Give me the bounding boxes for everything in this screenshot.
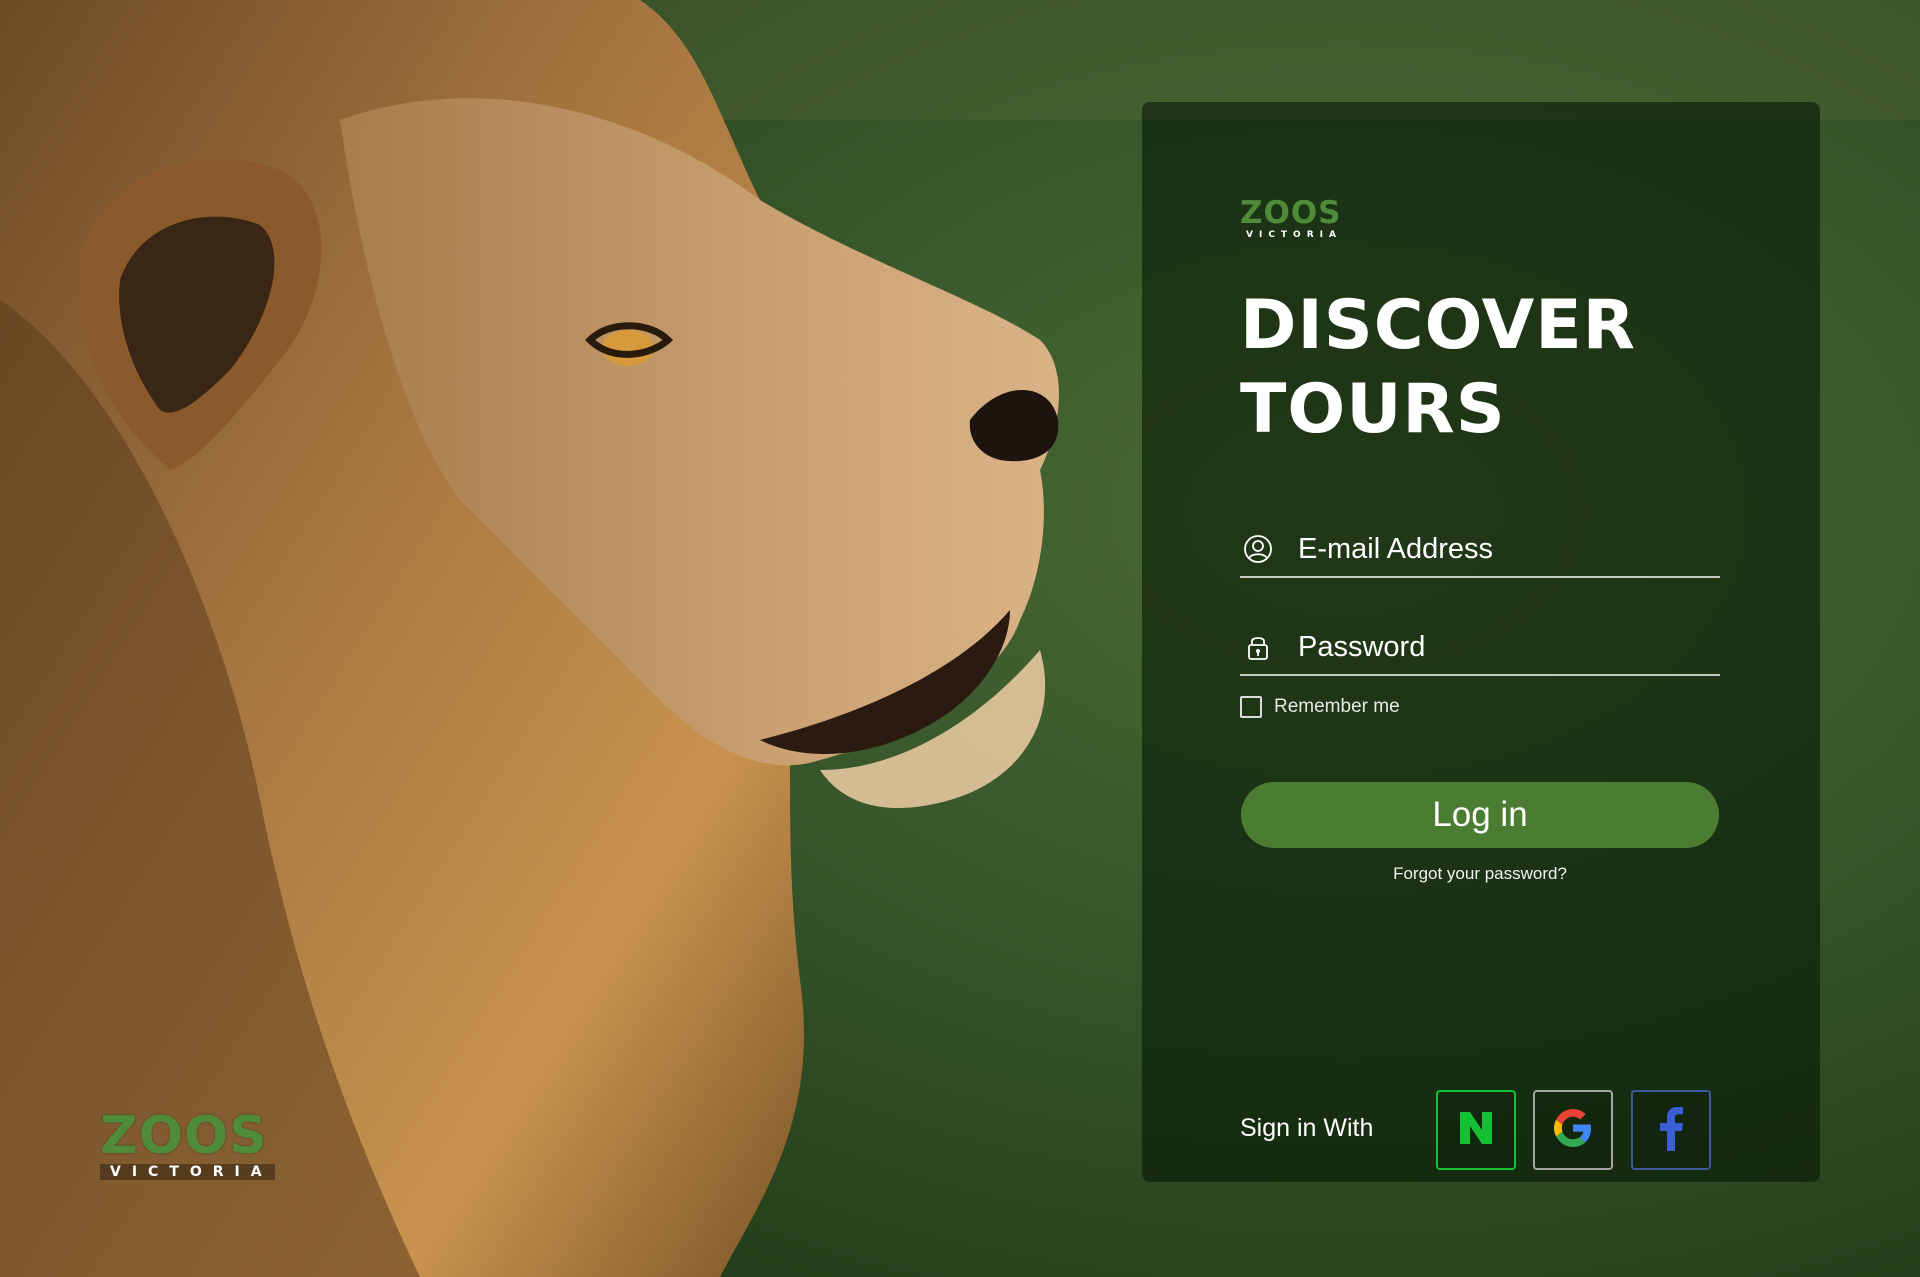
watermark-sub-text: VICTORIA [100, 1164, 275, 1180]
zoos-victoria-logo: ZOOS VICTORIA [1240, 195, 1342, 241]
password-input[interactable] [1296, 629, 1700, 665]
remember-me[interactable]: Remember me [1240, 696, 1400, 718]
title-line-2: TOURS [1240, 370, 1506, 449]
title-line-1: DISCOVER [1240, 286, 1637, 365]
google-icon [1550, 1105, 1596, 1156]
login-button[interactable]: Log in [1241, 782, 1719, 848]
remember-checkbox[interactable] [1240, 696, 1262, 718]
login-panel: ZOOS VICTORIA DISCOVER TOURS Remember me… [1142, 102, 1820, 1182]
logo-main-text: ZOOS [1240, 195, 1342, 231]
password-field[interactable] [1240, 620, 1720, 676]
facebook-icon [1651, 1105, 1691, 1156]
user-icon [1242, 533, 1274, 565]
email-field[interactable] [1240, 522, 1720, 578]
email-input[interactable] [1296, 531, 1700, 567]
remember-label: Remember me [1274, 696, 1400, 717]
forgot-password-link[interactable]: Forgot your password? [1240, 864, 1720, 884]
logo-sub-text: VICTORIA [1246, 230, 1342, 240]
facebook-login-button[interactable] [1631, 1090, 1711, 1170]
naver-login-button[interactable] [1436, 1090, 1516, 1170]
zoos-victoria-watermark-logo: ZOOS VICTORIA [100, 1110, 275, 1181]
naver-icon [1456, 1108, 1496, 1153]
page-title: DISCOVER TOURS [1240, 284, 1636, 452]
sign-in-with-label: Sign in With [1240, 1114, 1374, 1142]
lock-icon [1242, 631, 1274, 663]
watermark-main-text: ZOOS [100, 1106, 268, 1166]
google-login-button[interactable] [1533, 1090, 1613, 1170]
